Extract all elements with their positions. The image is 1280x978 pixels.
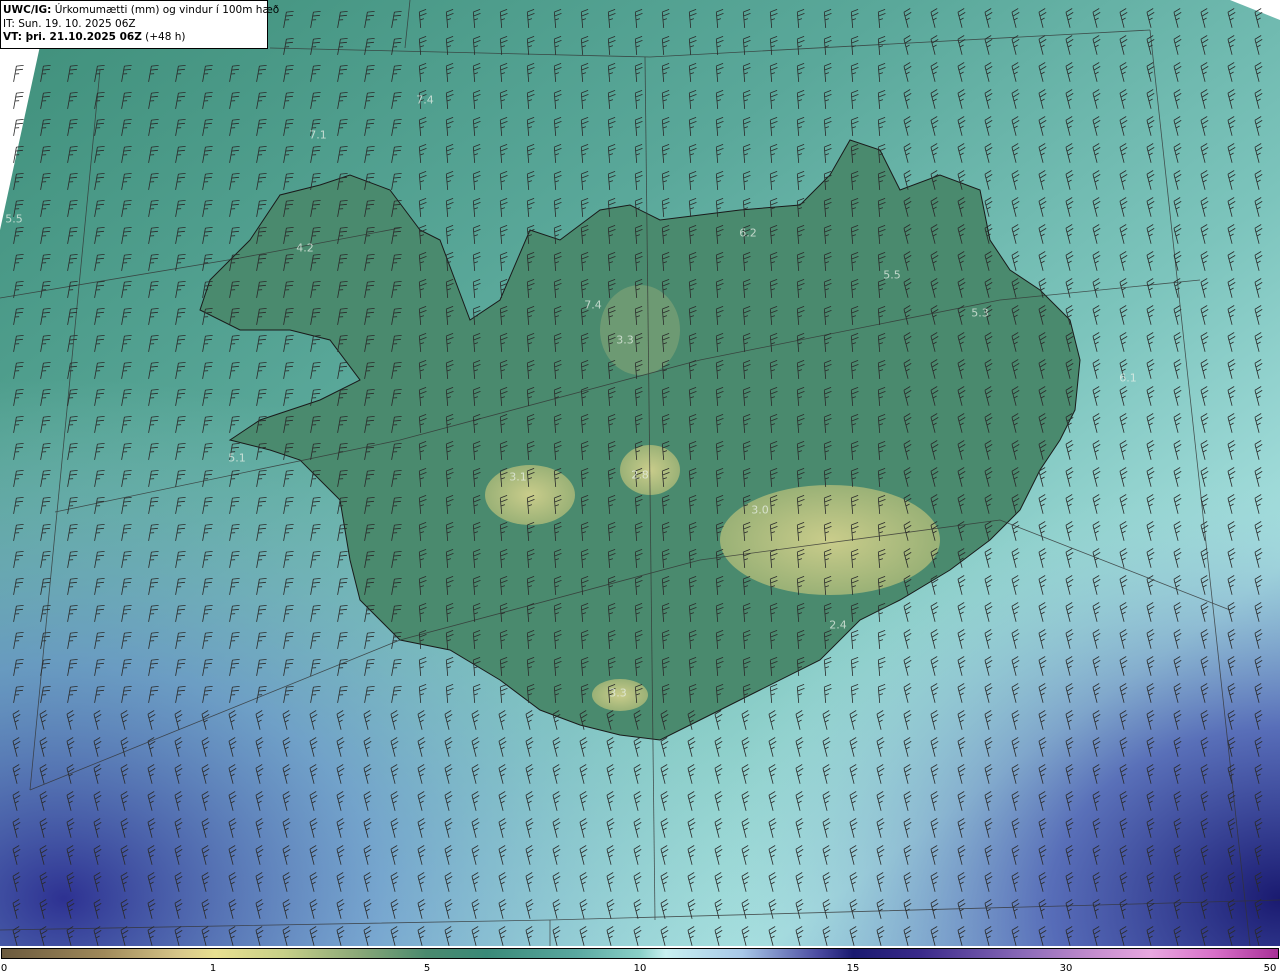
map-value-label: 5.3 (971, 306, 989, 320)
map-value-label: 3.1 (509, 470, 527, 484)
colorbar-strip (1, 948, 1279, 959)
map-value-label: 5.5 (883, 268, 901, 282)
map-value-label: 7.1 (309, 128, 327, 142)
map-value-label: 6.2 (739, 226, 757, 240)
colorbar-tick: 15 (846, 963, 860, 974)
valid-time: VT: þri. 21.10.2025 06Z (3, 31, 142, 43)
map-value-label: 4.2 (296, 241, 314, 255)
valid-time-line: VT: þri. 21.10.2025 06Z (+48 h) (3, 31, 267, 45)
colorbar-tick: 0 (0, 963, 8, 974)
init-time: IT: Sun. 19. 10. 2025 06Z (3, 17, 136, 30)
colorbar-tick: 30 (1059, 963, 1073, 974)
colorbar-tick: 1 (209, 963, 217, 974)
map-value-label: 3.3 (609, 686, 627, 700)
wind-barb (13, 64, 24, 82)
colorbar-tick: 5 (423, 963, 431, 974)
map-value-label: 2.8 (631, 468, 649, 482)
lead-time: (+48 h) (145, 31, 186, 43)
map-value-label: 5.1 (228, 451, 246, 465)
map-header: UWC/IG: Úrkomumætti (mm) og vindur í 100… (0, 0, 279, 49)
map-value-label: 6.1 (1119, 371, 1137, 385)
precipitation-map[interactable]: 7.4 7.1 5.5 4.2 7.4 3.3 6.2 5.5 5.3 5.1 … (0, 0, 1280, 946)
glacier-vatnajokull (720, 485, 940, 595)
colorbar-tick: 10 (633, 963, 647, 974)
map-value-label: 7.4 (416, 93, 434, 107)
map-value-label: 5.5 (5, 212, 23, 226)
model-name: UWC/IG: (3, 4, 52, 16)
map-value-label: 2.4 (829, 618, 847, 632)
map-value-label: 3.3 (616, 333, 634, 347)
colorbar-tick: 50 (1263, 963, 1277, 974)
title-line: UWC/IG: Úrkomumætti (mm) og vindur í 100… (3, 4, 279, 18)
map-value-label: 3.0 (751, 503, 769, 517)
field-description: Úrkomumætti (mm) og vindur í 100m hæð (54, 4, 280, 16)
colorbar-legend: 0 1 5 10 15 30 50 (0, 946, 1280, 978)
map-value-label: 7.4 (584, 298, 602, 312)
wind-barb (13, 91, 24, 109)
